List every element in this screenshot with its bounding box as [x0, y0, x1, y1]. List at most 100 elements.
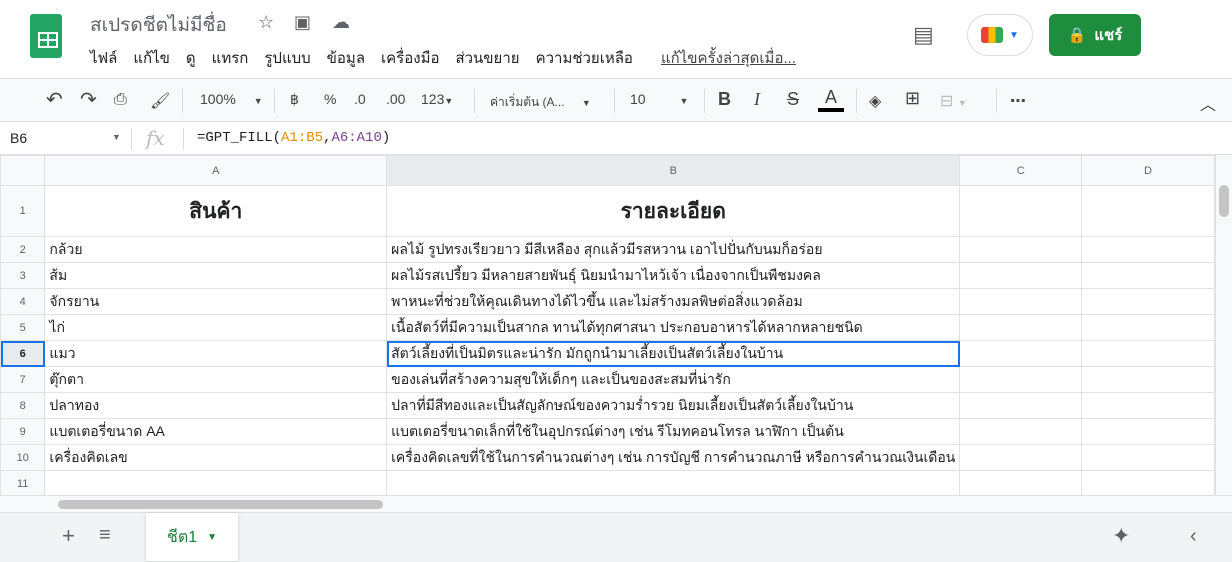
row-header[interactable]: 3: [0, 262, 46, 289]
sheet-tab[interactable]: ชีต1 ▼: [146, 513, 238, 561]
cell-a[interactable]: แมว: [44, 340, 388, 367]
cell[interactable]: [1080, 418, 1216, 445]
menu-tools[interactable]: เครื่องมือ: [381, 46, 439, 70]
cell[interactable]: [959, 366, 1082, 393]
spreadsheet-grid[interactable]: A B C D 1 สินค้า รายละเอียด 2 กล้วย ผลไม้ …: [0, 155, 1216, 497]
cell-b[interactable]: ผลไม้ รูปทรงเรียวยาว มีสีเหลือง สุกแล้วม…: [386, 236, 961, 263]
menu-file[interactable]: ไฟล์: [90, 46, 117, 70]
formula-input[interactable]: =GPT_FILL(A1:B5,A6:A10): [197, 130, 390, 146]
cell-a[interactable]: ตุ๊กตา: [44, 366, 388, 393]
menu-insert[interactable]: แทรก: [212, 46, 249, 70]
cell[interactable]: [959, 392, 1082, 419]
cell-b6-selected[interactable]: สัตว์เลี้ยงที่เป็นมิตรและน่ารัก มักถูกนำ…: [386, 340, 961, 367]
move-folder-icon[interactable]: ▣: [294, 12, 311, 33]
cell-a[interactable]: ไก่: [44, 314, 388, 341]
menu-data[interactable]: ข้อมูล: [327, 46, 365, 70]
more-formats-button[interactable]: 123▼: [421, 91, 453, 107]
undo-icon[interactable]: ↶: [46, 87, 63, 112]
cell-b1[interactable]: รายละเอียด: [386, 185, 961, 237]
star-icon[interactable]: ☆: [258, 12, 274, 33]
row-header[interactable]: 2: [0, 236, 46, 263]
italic-button[interactable]: I: [754, 89, 760, 110]
cell-b[interactable]: พาหนะที่ช่วยให้คุณเดินทางได้ไวขึ้น และไม…: [386, 288, 961, 315]
cell[interactable]: [959, 185, 1082, 237]
cell-a[interactable]: ปลาทอง: [44, 392, 388, 419]
cell[interactable]: [1080, 366, 1216, 393]
menu-format[interactable]: รูปแบบ: [264, 46, 310, 70]
cell-b[interactable]: ของเล่นที่สร้างความสุขให้เด็กๆ และเป็นขอ…: [386, 366, 961, 393]
share-button[interactable]: 🔒 แชร์: [1049, 14, 1141, 56]
row-header[interactable]: 5: [0, 314, 46, 341]
collapse-side-panel-icon[interactable]: ‹: [1190, 525, 1197, 548]
cell-b[interactable]: ปลาที่มีสีทองและเป็นสัญลักษณ์ของความร่ำร…: [386, 392, 961, 419]
cell-b[interactable]: เนื้อสัตว์ที่มีความเป็นสากล ทานได้ทุกศาส…: [386, 314, 961, 341]
row-header[interactable]: 7: [0, 366, 46, 393]
font-size-select[interactable]: 10 ▼: [630, 91, 688, 107]
cell-b[interactable]: ผลไม้รสเปรี้ยว มีหลายสายพันธุ์ นิยมนำมาไ…: [386, 262, 961, 289]
menu-extensions[interactable]: ส่วนขยาย: [455, 46, 519, 70]
row-header[interactable]: 6: [0, 340, 46, 367]
vertical-scrollbar[interactable]: [1215, 155, 1232, 495]
vertical-scroll-thumb[interactable]: [1219, 185, 1229, 217]
cell-b[interactable]: เครื่องคิดเลขที่ใช้ในการคำนวณต่างๆ เช่น …: [386, 444, 961, 471]
cell[interactable]: [1080, 444, 1216, 471]
column-header-c[interactable]: C: [959, 155, 1082, 186]
cell-a1[interactable]: สินค้า: [44, 185, 388, 237]
redo-icon[interactable]: ↷: [80, 87, 97, 112]
menu-edit[interactable]: แก้ไข: [133, 46, 170, 70]
horizontal-scroll-thumb[interactable]: [58, 500, 383, 509]
comment-history-icon[interactable]: ▤: [913, 22, 934, 48]
name-box-dropdown-icon[interactable]: ▼: [112, 132, 121, 142]
horizontal-scrollbar[interactable]: [0, 495, 1232, 512]
cell[interactable]: [1080, 185, 1216, 237]
cell-a[interactable]: [44, 470, 388, 497]
cell-a[interactable]: เครื่องคิดเลข: [44, 444, 388, 471]
cell[interactable]: [959, 314, 1082, 341]
increase-decimal-button[interactable]: .00: [386, 91, 405, 107]
cell-b[interactable]: [386, 470, 961, 497]
select-all-corner[interactable]: [0, 155, 46, 186]
chevron-down-icon[interactable]: ▼: [207, 532, 217, 543]
bold-button[interactable]: B: [718, 89, 731, 110]
menu-view[interactable]: ดู: [186, 46, 196, 70]
cell[interactable]: [959, 236, 1082, 263]
cell[interactable]: [959, 444, 1082, 471]
percent-format-button[interactable]: %: [324, 91, 336, 107]
cell[interactable]: [1080, 236, 1216, 263]
font-select[interactable]: ค่าเริ่มต้น (A... ▼: [490, 93, 591, 112]
cell[interactable]: [959, 262, 1082, 289]
zoom-select[interactable]: 100% ▼: [200, 91, 263, 107]
cell-a[interactable]: จักรยาน: [44, 288, 388, 315]
menu-help[interactable]: ความช่วยเหลือ: [536, 46, 633, 70]
column-header-d[interactable]: D: [1080, 155, 1216, 186]
paint-format-icon[interactable]: 🖌: [150, 91, 170, 111]
cell-a[interactable]: ส้ม: [44, 262, 388, 289]
column-header-b[interactable]: B: [386, 155, 961, 186]
cell[interactable]: [1080, 314, 1216, 341]
column-header-a[interactable]: A: [44, 155, 388, 186]
strikethrough-button[interactable]: S: [787, 89, 799, 110]
row-header[interactable]: 9: [0, 418, 46, 445]
all-sheets-icon[interactable]: ≡: [99, 524, 111, 547]
print-icon[interactable]: ⎙: [114, 91, 127, 109]
meet-button[interactable]: ▼: [967, 14, 1033, 56]
row-header[interactable]: 1: [0, 185, 46, 237]
document-title[interactable]: สเปรดชีตไม่มีชื่อ: [90, 10, 227, 40]
sheets-logo-icon[interactable]: [30, 14, 62, 58]
collapse-menu-icon[interactable]: ︿: [1200, 91, 1216, 115]
merge-cells-icon[interactable]: ⊟ ▼: [940, 91, 967, 111]
cell-a[interactable]: แบตเตอรี่ขนาด AA: [44, 418, 388, 445]
cell[interactable]: [1080, 288, 1216, 315]
row-header[interactable]: 10: [0, 444, 46, 471]
cell[interactable]: [1080, 470, 1216, 497]
cell[interactable]: [959, 418, 1082, 445]
row-header[interactable]: 8: [0, 392, 46, 419]
row-header[interactable]: 11: [0, 470, 46, 497]
more-icon[interactable]: ⋯: [1010, 91, 1026, 111]
cell-b[interactable]: แบตเตอรี่ขนาดเล็กที่ใช้ในอุปกรณ์ต่างๆ เช…: [386, 418, 961, 445]
decrease-decimal-button[interactable]: .0: [354, 91, 366, 107]
explore-icon[interactable]: ✦: [1112, 523, 1130, 549]
name-box[interactable]: B6: [10, 130, 27, 146]
cell[interactable]: [1080, 340, 1216, 367]
cell-a[interactable]: กล้วย: [44, 236, 388, 263]
